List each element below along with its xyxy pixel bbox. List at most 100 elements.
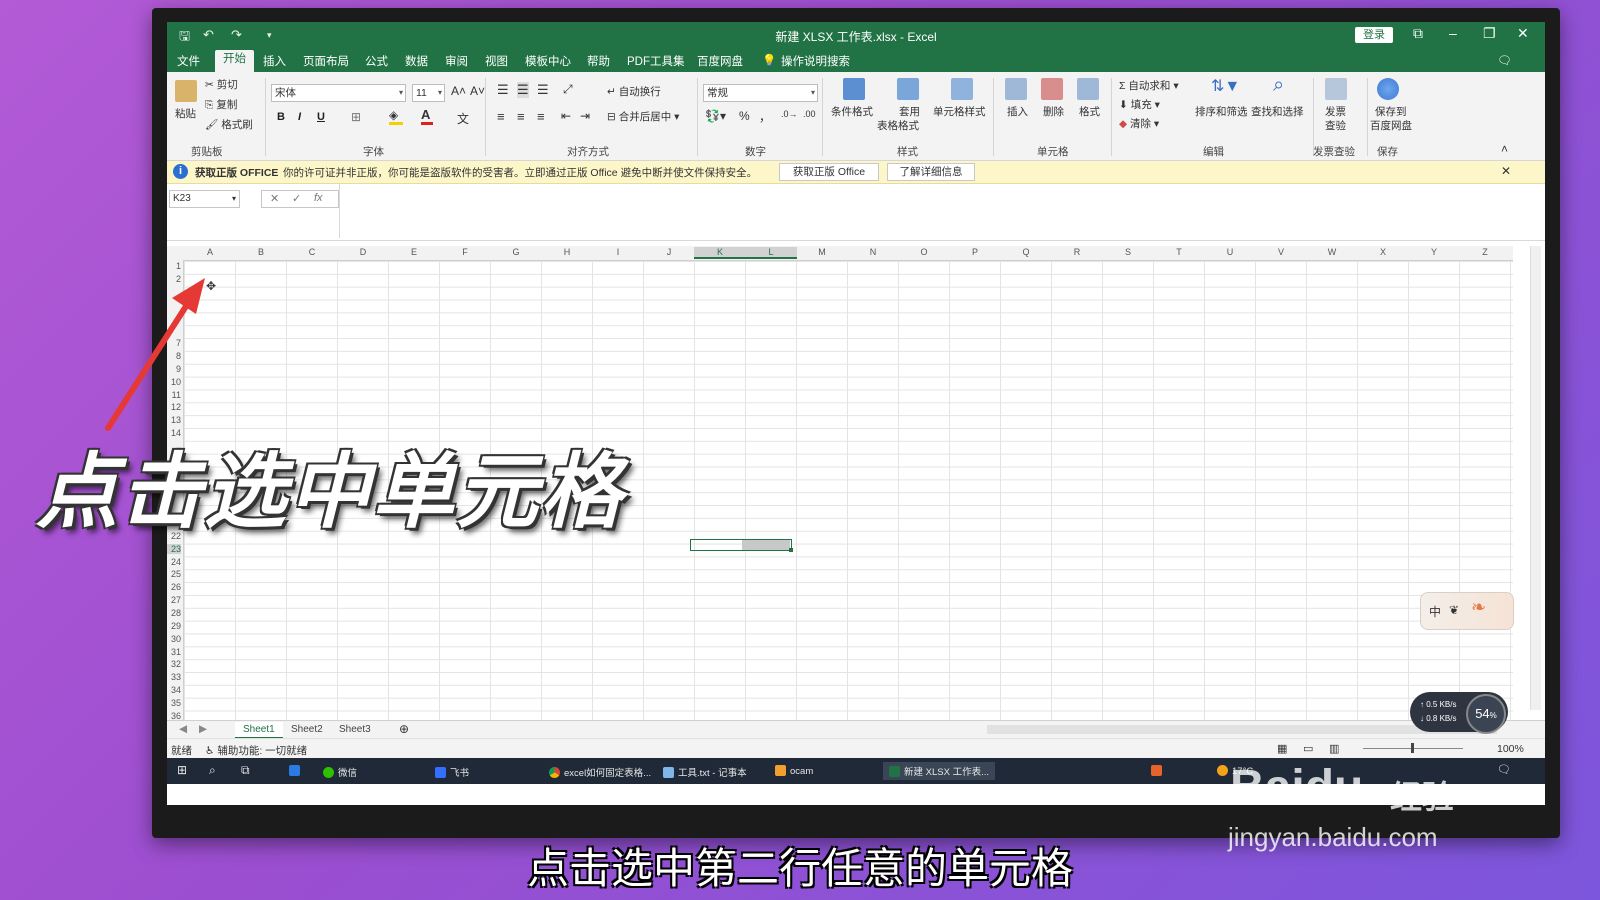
align-right-icon[interactable]: ≡ <box>537 109 545 124</box>
column-header[interactable]: W <box>1306 247 1358 257</box>
format-cells-button[interactable]: 格式 <box>1079 104 1100 119</box>
column-header[interactable]: Y <box>1408 247 1460 257</box>
column-header[interactable]: L <box>745 247 797 259</box>
row-header[interactable]: 34 <box>167 685 181 695</box>
column-header[interactable]: C <box>286 247 338 257</box>
row-header[interactable]: 29 <box>167 621 181 631</box>
column-header[interactable]: I <box>592 247 644 257</box>
column-header[interactable]: U <box>1204 247 1256 257</box>
taskbar-wechat[interactable]: 微信 <box>323 765 357 779</box>
ribbon-display-icon[interactable]: ⧉ <box>1413 25 1423 42</box>
tab-baidu-netdisk[interactable]: 百度网盘 <box>697 53 743 69</box>
conditional-format-icon[interactable] <box>843 78 865 100</box>
page-break-view-icon[interactable]: ▥ <box>1329 742 1339 755</box>
close-infobar-icon[interactable]: ✕ <box>1501 164 1511 178</box>
sheet-tab-1[interactable]: Sheet1 <box>235 722 283 739</box>
tab-templates[interactable]: 模板中心 <box>525 53 571 69</box>
minimize-icon[interactable]: – <box>1449 25 1457 41</box>
align-center-icon[interactable]: ≡ <box>517 109 525 124</box>
taskbar-excel[interactable]: 新建 XLSX 工作表... <box>883 762 995 780</box>
paste-button[interactable]: 粘贴 <box>175 106 196 121</box>
border-icon[interactable]: ⊞ <box>351 110 361 124</box>
fill-handle[interactable] <box>789 548 793 552</box>
align-top-icon[interactable]: ☰ <box>497 82 509 98</box>
invoice-check-button[interactable]: 发票 <box>1325 104 1346 119</box>
tab-data[interactable]: 数据 <box>405 53 428 69</box>
cell-styles-button[interactable]: 单元格样式 <box>933 104 986 119</box>
column-header[interactable]: G <box>490 247 542 257</box>
row-header[interactable]: 36 <box>167 711 181 720</box>
taskbar-feishu[interactable]: 飞书 <box>435 765 469 779</box>
tab-home[interactable]: 开始 <box>215 50 254 72</box>
tab-pdf-tools[interactable]: PDF工具集 <box>627 53 685 69</box>
column-header[interactable]: H <box>541 247 593 257</box>
tray-app-icon[interactable] <box>1151 765 1166 777</box>
name-box[interactable]: K23 ▾ <box>169 190 240 208</box>
column-header[interactable]: V <box>1255 247 1307 257</box>
login-button[interactable]: 登录 <box>1355 27 1393 43</box>
increase-indent-icon[interactable]: ⇥ <box>580 109 590 123</box>
learn-more-button[interactable]: 了解详细信息 <box>887 163 975 181</box>
task-view-icon[interactable]: ⧉ <box>241 763 250 778</box>
collapse-ribbon-icon[interactable]: ˄ <box>1501 142 1508 156</box>
row-header[interactable]: 8 <box>167 351 181 361</box>
notification-icon[interactable]: 🗨 <box>1497 763 1511 776</box>
autosum-button[interactable]: Σ 自动求和 ▾ <box>1119 78 1179 93</box>
italic-button[interactable]: I <box>298 111 301 123</box>
row-header[interactable]: 24 <box>167 557 181 567</box>
column-header[interactable]: S <box>1102 247 1154 257</box>
invoice-check-icon[interactable] <box>1325 78 1347 100</box>
column-header[interactable]: Q <box>1000 247 1052 257</box>
row-header[interactable]: 30 <box>167 634 181 644</box>
format-cells-icon[interactable] <box>1077 78 1099 100</box>
column-header[interactable]: A <box>184 247 236 257</box>
row-header[interactable]: 27 <box>167 595 181 605</box>
tab-review[interactable]: 审阅 <box>445 53 468 69</box>
zoom-slider-thumb[interactable] <box>1411 743 1414 753</box>
tab-formulas[interactable]: 公式 <box>365 53 388 69</box>
taskbar-app-blue[interactable] <box>289 765 304 777</box>
next-sheet-icon[interactable]: ▶ <box>199 723 207 735</box>
column-header[interactable]: N <box>847 247 899 257</box>
table-format-icon[interactable] <box>897 78 919 100</box>
conditional-format-button[interactable]: 条件格式 <box>831 104 873 119</box>
normal-view-icon[interactable]: ▦ <box>1277 742 1287 755</box>
sheet-tab-3[interactable]: Sheet3 <box>331 722 379 737</box>
column-header[interactable]: K <box>694 247 746 259</box>
get-genuine-office-button[interactable]: 获取正版 Office <box>779 163 879 181</box>
baidu-cloud-icon[interactable] <box>1377 78 1399 100</box>
cancel-entry-icon[interactable]: ✕ <box>270 192 279 205</box>
column-header[interactable]: Z <box>1459 247 1511 257</box>
column-header[interactable]: E <box>388 247 440 257</box>
accounting-format-icon[interactable]: 💱▾ <box>705 109 726 123</box>
tab-insert[interactable]: 插入 <box>263 53 286 69</box>
grow-font-icon[interactable]: A˄ <box>451 84 466 98</box>
underline-button[interactable]: U <box>317 111 325 123</box>
decrease-decimal-icon[interactable]: .00 <box>803 109 816 119</box>
invoice-check-button-line2[interactable]: 查验 <box>1325 118 1346 133</box>
column-header[interactable]: P <box>949 247 1001 257</box>
row-header[interactable]: 23 <box>167 543 181 554</box>
row-header[interactable]: 1 <box>167 261 181 271</box>
find-icon[interactable]: ⌕ <box>1273 74 1284 97</box>
font-color-icon[interactable]: A <box>421 107 433 125</box>
phonetic-icon[interactable]: 文 <box>457 110 469 127</box>
save-to-netdisk-button-line2[interactable]: 百度网盘 <box>1370 118 1412 133</box>
column-header[interactable]: X <box>1357 247 1409 257</box>
column-header[interactable]: T <box>1153 247 1205 257</box>
row-header[interactable]: 7 <box>167 338 181 348</box>
row-header[interactable]: 2 <box>167 274 181 284</box>
ime-toolbar[interactable]: 中 ❦ ❧ <box>1420 592 1514 630</box>
tab-file[interactable]: 文件 <box>177 53 200 69</box>
cell-styles-icon[interactable] <box>951 78 973 100</box>
font-size-select[interactable]: 11 ▾ <box>412 84 445 102</box>
taskbar-ocam[interactable]: ocam <box>775 765 813 777</box>
accessibility-status[interactable]: ♿ 辅助功能: 一切就绪 <box>205 743 307 758</box>
close-icon[interactable]: ✕ <box>1517 25 1529 42</box>
ime-punctuation-icon[interactable]: ❦ <box>1449 603 1459 617</box>
taskbar-search-icon[interactable]: ⌕ <box>209 763 216 778</box>
sheet-tab-2[interactable]: Sheet2 <box>283 722 331 737</box>
increase-decimal-icon[interactable]: .0→ <box>781 109 798 119</box>
sort-filter-icon[interactable]: ⇅▼ <box>1211 76 1240 96</box>
number-format-select[interactable]: 常规 ▾ <box>703 84 818 102</box>
